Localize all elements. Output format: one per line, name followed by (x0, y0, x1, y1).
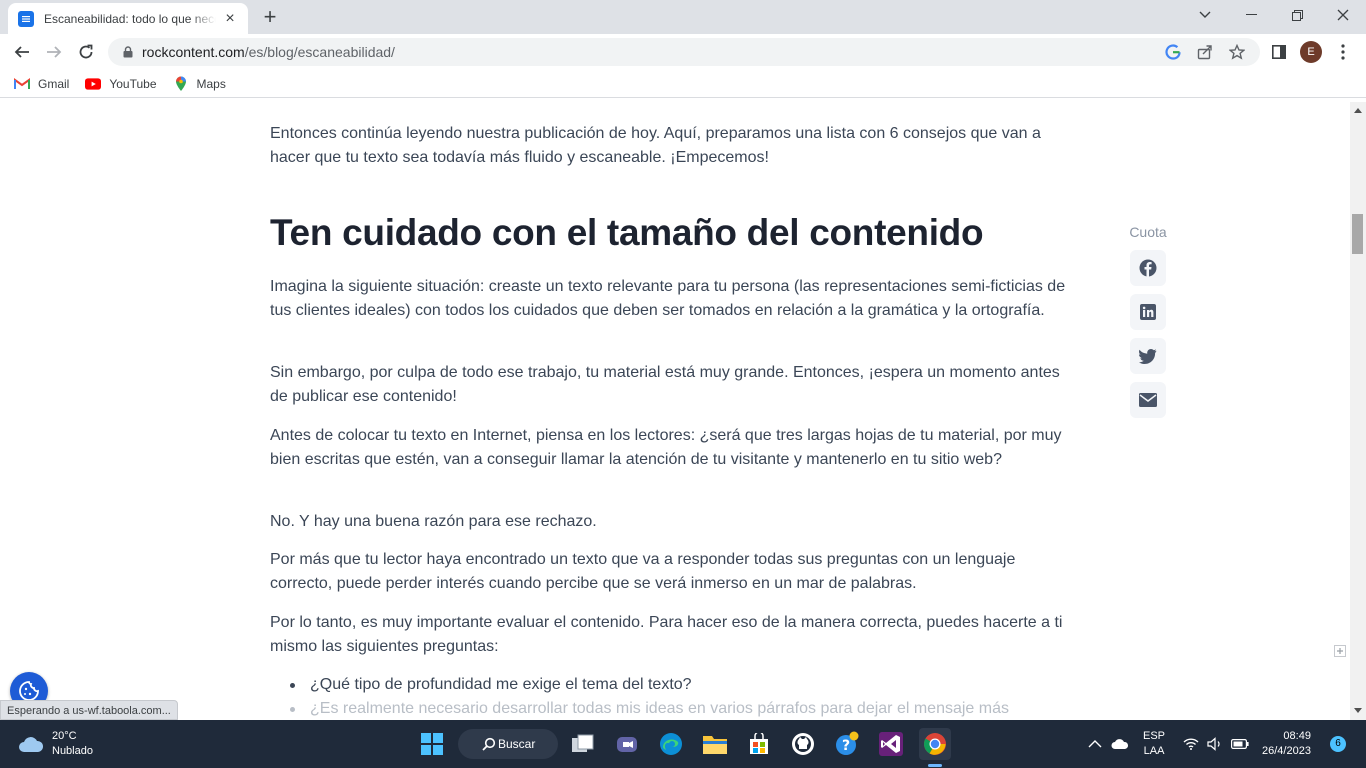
facebook-share-button[interactable] (1130, 250, 1166, 286)
start-button[interactable] (416, 728, 448, 760)
share-icon[interactable] (1196, 43, 1214, 61)
page-scrollbar[interactable] (1350, 102, 1366, 720)
intro-paragraph: Entonces continúa leyendo nuestra public… (270, 125, 1041, 166)
bookmarks-bar: Gmail YouTube Maps (0, 70, 1366, 98)
restore-button[interactable] (1274, 0, 1320, 30)
file-explorer-icon[interactable] (699, 728, 731, 760)
cloud-icon (19, 737, 44, 752)
forward-button[interactable] (42, 40, 66, 64)
hidden-icons-chevron-icon[interactable] (1088, 720, 1102, 768)
address-bar[interactable]: rockcontent.com/es/blog/escaneabilidad/ (108, 38, 1260, 66)
bookmark-label: Gmail (38, 76, 70, 91)
google-translate-icon[interactable] (1164, 43, 1182, 61)
svg-text:?: ? (842, 738, 850, 754)
tab-strip: Escaneabilidad: todo lo que necesitas sa… (0, 0, 1366, 34)
windows-logo-icon (421, 733, 443, 755)
chrome-browser-icon[interactable] (919, 728, 951, 760)
gmail-icon (14, 76, 30, 92)
loading-status-text: Esperando a us-wf.taboola.com... (0, 700, 178, 720)
list-item: ¿Qué tipo de profundidad me exige el tem… (290, 673, 1080, 697)
bookmark-maps[interactable]: Maps (173, 76, 226, 92)
close-window-button[interactable] (1320, 0, 1366, 30)
task-view-icon[interactable] (567, 728, 599, 760)
close-tab-icon[interactable]: × (222, 10, 238, 27)
browser-tab[interactable]: Escaneabilidad: todo lo que necesitas sa… (8, 3, 248, 34)
paragraph-1: Imagina la siguiente situación: creaste … (270, 278, 1066, 319)
twitter-share-button[interactable] (1130, 338, 1166, 374)
keyboard-layout: LAA (1143, 745, 1165, 757)
paragraph-2: Sin embargo, por culpa de todo ese traba… (270, 364, 1060, 405)
bookmark-star-icon[interactable] (1228, 43, 1246, 61)
paragraph-4: No. Y hay una buena razón para ese recha… (270, 513, 597, 530)
cookie-icon (19, 681, 39, 701)
github-desktop-icon[interactable] (787, 728, 819, 760)
scroll-down-arrow-icon[interactable] (1354, 708, 1362, 713)
twitter-icon (1139, 348, 1157, 364)
wifi-icon[interactable] (1183, 720, 1199, 768)
linkedin-icon (1140, 304, 1156, 320)
weather-condition: Nublado (52, 745, 93, 757)
facebook-icon (1139, 259, 1157, 277)
question-list: ¿Qué tipo de profundidad me exige el tem… (290, 673, 1080, 720)
bookmark-label: Maps (196, 76, 226, 91)
search-icon (482, 737, 496, 751)
tab-search-chevron-icon[interactable] (1182, 0, 1228, 30)
document-favicon-icon (18, 10, 34, 27)
visual-studio-icon[interactable] (875, 728, 907, 760)
bookmark-youtube[interactable]: YouTube (85, 76, 157, 92)
section-heading: Ten cuidado con el tamaño del contenido (270, 212, 984, 253)
profile-avatar[interactable]: E (1300, 41, 1322, 63)
language-indicator[interactable]: ESP LAA (1143, 720, 1165, 768)
scroll-up-arrow-icon[interactable] (1354, 108, 1362, 113)
edge-browser-icon[interactable] (655, 728, 687, 760)
web-page: Entonces continúa leyendo nuestra public… (0, 102, 1350, 720)
paragraph-5: Por más que tu lector haya encontrado un… (270, 551, 1016, 592)
temperature: 20°C (52, 730, 77, 742)
new-tab-button[interactable]: + (258, 6, 282, 30)
paragraph-3: Antes de colocar tu texto en Internet, p… (270, 427, 1062, 468)
lock-icon[interactable] (120, 44, 136, 60)
side-panel-icon[interactable] (1268, 41, 1290, 63)
clock-date: 26/4/2023 (1262, 745, 1311, 757)
onedrive-cloud-icon[interactable] (1111, 720, 1129, 768)
volume-icon[interactable] (1207, 720, 1223, 768)
clock-time: 08:49 (1283, 730, 1311, 742)
paragraph-6: Por lo tanto, es muy importante evaluar … (270, 614, 1063, 655)
clock[interactable]: 08:49 26/4/2023 (1262, 720, 1311, 768)
microsoft-store-icon[interactable] (743, 728, 775, 760)
youtube-icon (85, 76, 102, 92)
bookmark-label: YouTube (109, 76, 157, 91)
share-label: Cuota (1129, 224, 1167, 240)
search-label: Buscar (498, 737, 536, 751)
windows-taskbar: 20°C Nublado Buscar ? ESP LAA 08:49 26/4… (0, 720, 1366, 768)
expand-icon[interactable] (1334, 645, 1346, 657)
reload-button[interactable] (74, 40, 98, 64)
battery-icon[interactable] (1231, 720, 1249, 768)
weather-widget[interactable]: 20°C Nublado (18, 729, 93, 759)
menu-kebab-icon[interactable] (1332, 41, 1354, 63)
email-share-button[interactable] (1130, 382, 1166, 418)
bookmark-gmail[interactable]: Gmail (14, 76, 69, 92)
scrollbar-thumb[interactable] (1352, 214, 1363, 254)
url-text: rockcontent.com/es/blog/escaneabilidad/ (142, 44, 395, 60)
active-app-indicator (928, 764, 942, 767)
back-button[interactable] (10, 40, 34, 64)
maps-icon (173, 76, 189, 92)
tab-title: Escaneabilidad: todo lo que necesitas sa… (44, 11, 216, 26)
notification-badge[interactable]: 6 (1330, 736, 1346, 752)
help-tips-icon[interactable]: ? (831, 728, 863, 760)
email-icon (1139, 393, 1157, 407)
linkedin-share-button[interactable] (1130, 294, 1166, 330)
language-code: ESP (1143, 730, 1166, 742)
teams-chat-icon[interactable] (611, 728, 643, 760)
taskbar-search[interactable]: Buscar (458, 729, 558, 759)
share-panel: Cuota (1126, 224, 1170, 426)
browser-toolbar: rockcontent.com/es/blog/escaneabilidad/ … (0, 34, 1366, 70)
minimize-button[interactable] (1228, 0, 1274, 30)
list-item: ¿Es realmente necesario desarrollar toda… (290, 697, 1080, 720)
